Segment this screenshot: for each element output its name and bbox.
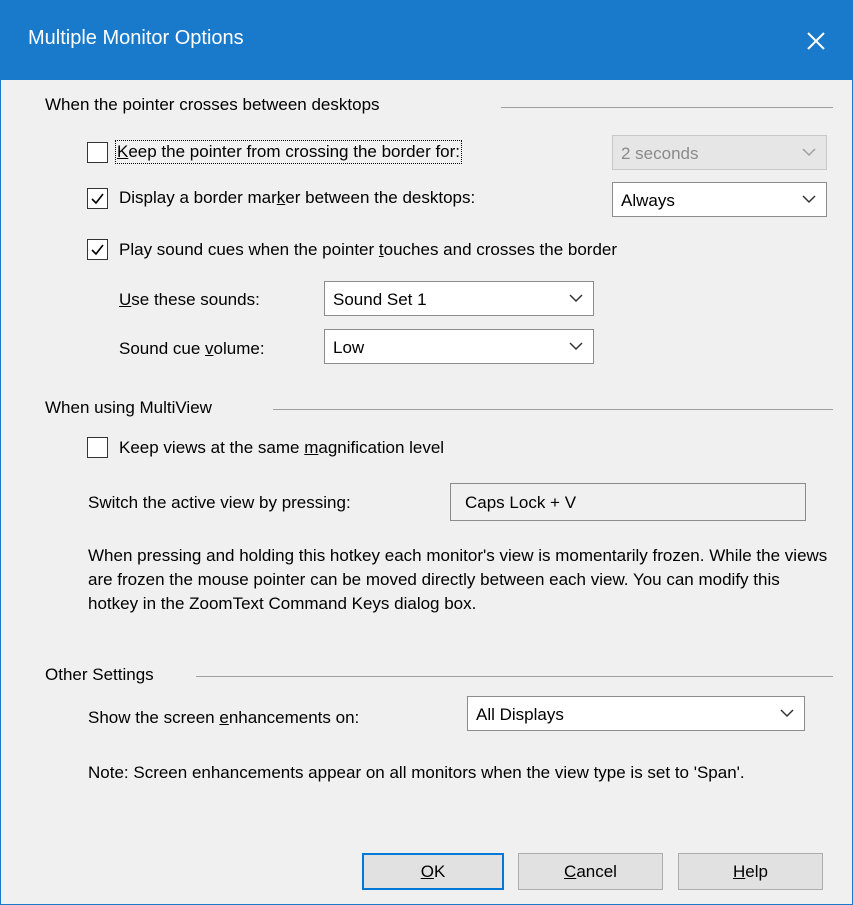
switch-view-label: Switch the active view by pressing: [88, 493, 351, 512]
dialog-title: Multiple Monitor Options [28, 27, 244, 49]
chevron-down-icon [569, 294, 583, 303]
pointer-group-label: When the pointer crosses between desktop… [45, 95, 380, 114]
border-marker-value: Always [621, 191, 675, 210]
other-note: Note: Screen enhancements appear on all … [88, 763, 745, 782]
ok-button[interactable]: OK [362, 853, 504, 890]
title-bar: Multiple Monitor Options [1, 1, 852, 80]
close-button[interactable] [780, 1, 852, 80]
keep-pointer-checkbox[interactable] [87, 142, 108, 163]
close-icon [807, 31, 825, 50]
other-group-label: Other Settings [45, 665, 154, 684]
border-marker-select[interactable]: Always [612, 182, 827, 217]
sounds-value: Sound Set 1 [333, 290, 427, 309]
checkmark-icon [91, 193, 104, 205]
chevron-down-icon [802, 148, 816, 157]
multiview-description: When pressing and holding this hotkey ea… [88, 546, 828, 613]
hotkey-value: Caps Lock + V [465, 493, 577, 512]
other-group-divider [196, 676, 833, 677]
pointer-group-divider [501, 107, 833, 108]
hotkey-field[interactable]: Caps Lock + V [450, 483, 806, 521]
sound-cues-checkbox[interactable] [87, 239, 108, 260]
dialog-window: Multiple Monitor Options When the pointe… [0, 0, 853, 905]
volume-select[interactable]: Low [324, 329, 594, 364]
keep-views-checkbox[interactable] [87, 437, 108, 458]
help-button[interactable]: Help [678, 853, 823, 890]
multiview-group-label: When using MultiView [45, 398, 212, 417]
multiview-group-divider [273, 409, 833, 410]
border-marker-label: Display a border marker between the desk… [119, 188, 476, 207]
volume-label: Sound cue volume: [119, 339, 265, 358]
show-on-label: Show the screen enhancements on: [88, 708, 360, 727]
cancel-button[interactable]: Cancel [518, 853, 663, 890]
chevron-down-icon [569, 342, 583, 351]
show-on-value: All Displays [476, 705, 564, 724]
sounds-select[interactable]: Sound Set 1 [324, 281, 594, 316]
keep-pointer-duration-value: 2 seconds [621, 144, 699, 163]
keep-pointer-duration-select[interactable]: 2 seconds [612, 135, 827, 170]
dialog-content: When the pointer crosses between desktop… [1, 80, 852, 904]
volume-value: Low [333, 338, 365, 357]
chevron-down-icon [780, 709, 794, 718]
keep-pointer-label[interactable]: Keep the pointer from crossing the borde… [114, 140, 463, 164]
chevron-down-icon [802, 195, 816, 204]
sound-cues-label: Play sound cues when the pointer touches… [119, 240, 618, 259]
border-marker-checkbox[interactable] [87, 188, 108, 209]
show-on-select[interactable]: All Displays [467, 696, 805, 731]
checkmark-icon [91, 244, 104, 256]
keep-views-label: Keep views at the same magnification lev… [119, 438, 445, 457]
sounds-label: Use these sounds: [119, 290, 260, 309]
